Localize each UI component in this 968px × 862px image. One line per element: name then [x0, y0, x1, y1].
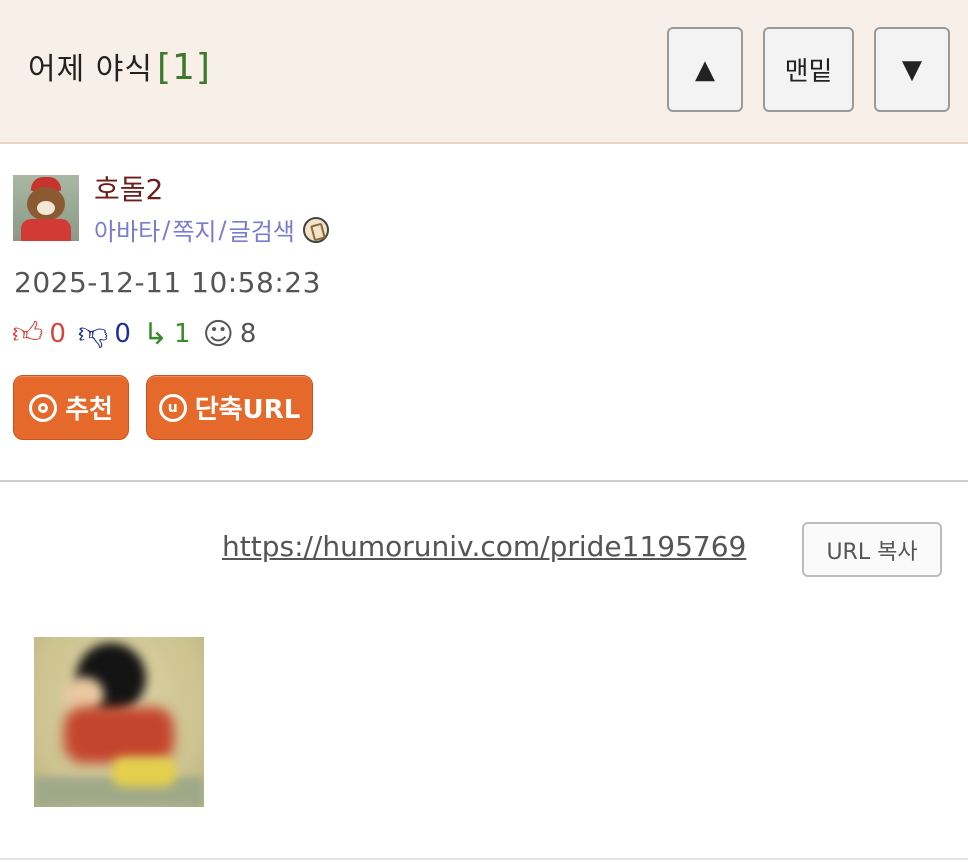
recommend-icon-dot	[38, 402, 49, 413]
thumbs-up-icon: 👍︎	[12, 316, 44, 351]
comment-count[interactable]: [1]	[157, 47, 211, 88]
post-url-link[interactable]: https://humoruniv.com/pride1195769	[222, 530, 746, 563]
short-url-button[interactable]: u 단축URL	[146, 375, 313, 440]
short-url-icon: u	[158, 393, 187, 422]
link-separator: /	[218, 215, 227, 244]
stat-downvotes: 👎︎ 0	[78, 316, 131, 352]
post-header: 어제 야식 [1] ▲ 맨밑 ▼	[0, 0, 968, 144]
scroll-up-button[interactable]: ▲	[667, 27, 743, 112]
upvote-count: 0	[49, 319, 66, 349]
thumbs-down-icon: 👎︎	[77, 316, 109, 351]
author-link-avatar[interactable]: 아바타	[94, 212, 160, 247]
stat-upvotes: 👍︎ 0	[12, 316, 66, 352]
link-separator: /	[162, 215, 171, 244]
post-title-text: 어제 야식	[28, 52, 153, 87]
author-avatar[interactable]	[13, 175, 79, 241]
scroll-bottom-button[interactable]: 맨밑	[763, 27, 854, 112]
recommend-label: 추천	[65, 395, 113, 425]
short-url-label: 단축URL	[194, 395, 301, 425]
recommend-button[interactable]: 추천	[13, 375, 129, 440]
bottom-divider	[0, 858, 968, 860]
section-divider	[0, 480, 968, 482]
smiley-icon: ☺	[202, 316, 234, 352]
post-image[interactable]	[34, 637, 204, 807]
post-stats: 👍︎ 0 👎︎ 0 ↳ 1 ☺ 8	[12, 316, 268, 352]
author-links: 아바타 / 쪽지 / 글검색	[94, 212, 329, 247]
scroll-down-button[interactable]: ▼	[874, 27, 950, 112]
author-link-search[interactable]: 글검색	[229, 212, 295, 247]
downvote-count: 0	[114, 319, 131, 349]
reply-count: 1	[174, 319, 191, 349]
reply-icon: ↳	[142, 316, 169, 352]
stat-replies: ↳ 1	[143, 317, 191, 352]
stat-views: ☺ 8	[203, 317, 257, 352]
avatar-body-shape	[21, 219, 71, 241]
recommend-icon	[29, 393, 58, 422]
author-link-message[interactable]: 쪽지	[172, 212, 216, 247]
badge-icon	[302, 216, 329, 243]
image-shirt	[64, 707, 174, 763]
author-nickname[interactable]: 호돌2	[94, 168, 163, 208]
avatar-muzzle-shape	[37, 201, 55, 215]
copy-url-button[interactable]: URL 복사	[802, 522, 942, 577]
post-date: 2025-12-11 10:58:23	[14, 266, 321, 299]
image-shorts	[112, 757, 176, 787]
post-title: 어제 야식 [1]	[28, 44, 211, 88]
view-count: 8	[239, 319, 257, 349]
